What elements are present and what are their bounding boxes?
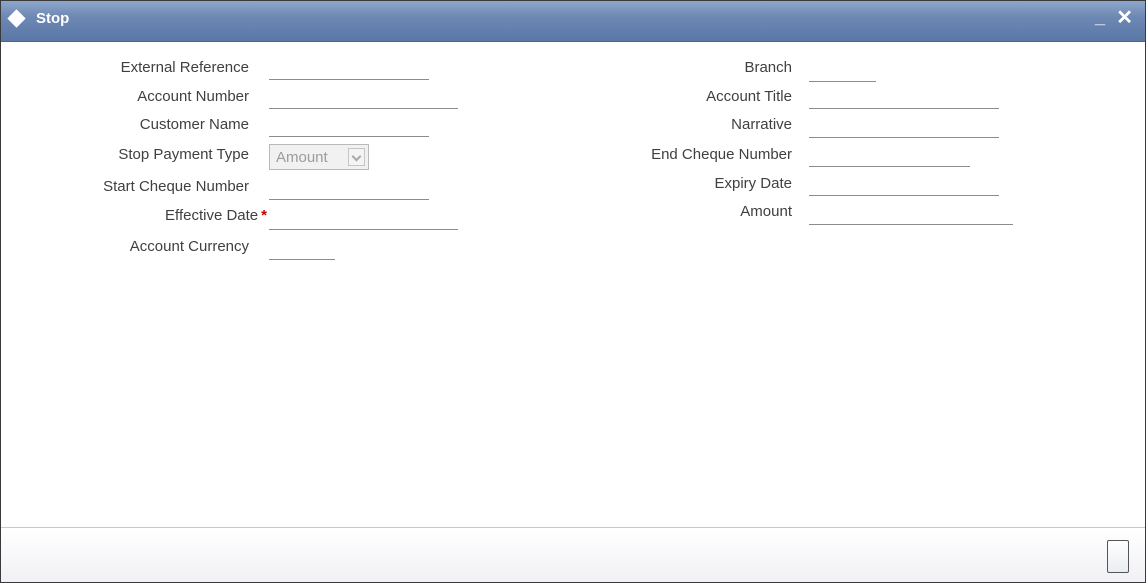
expiry-date-label: Expiry Date <box>714 175 792 192</box>
expiry-date-field[interactable] <box>809 175 999 196</box>
stop-payment-type-label: Stop Payment Type <box>118 146 249 163</box>
account-number-label: Account Number <box>137 88 249 105</box>
customer-name-label: Customer Name <box>139 116 249 133</box>
footer-bar <box>1 527 1145 582</box>
stop-payment-type-select[interactable]: Amount <box>269 144 369 170</box>
form-area: External Reference Account Number Custom… <box>1 42 1145 528</box>
effective-date-label: Effective Date * <box>165 207 267 224</box>
narrative-label: Narrative <box>731 116 792 133</box>
amount-field[interactable] <box>809 204 1013 225</box>
account-number-field[interactable] <box>269 88 458 109</box>
account-currency-label: Account Currency <box>129 238 249 255</box>
close-icon[interactable]: ✕ <box>1116 8 1133 28</box>
effective-date-label-text: Effective Date <box>165 207 259 224</box>
chevron-down-icon[interactable] <box>348 148 365 166</box>
stop-window: Stop _ ✕ External Reference Account Numb… <box>0 0 1146 583</box>
branch-field[interactable] <box>809 61 876 82</box>
customer-name-field[interactable] <box>269 116 429 137</box>
effective-date-field[interactable] <box>269 209 458 230</box>
narrative-field[interactable] <box>809 117 999 138</box>
end-cheque-number-field[interactable] <box>809 146 970 167</box>
external-reference-label: External Reference <box>120 59 249 76</box>
account-currency-field[interactable] <box>269 239 335 260</box>
minimize-icon[interactable]: _ <box>1095 7 1105 27</box>
title-bar[interactable]: Stop _ ✕ <box>1 1 1145 42</box>
account-title-label: Account Title <box>706 88 792 105</box>
start-cheque-number-label: Start Cheque Number <box>103 178 249 195</box>
external-reference-field[interactable] <box>269 59 429 80</box>
amount-label: Amount <box>740 203 792 220</box>
account-title-field[interactable] <box>809 88 999 109</box>
start-cheque-number-field[interactable] <box>269 179 429 200</box>
diamond-icon <box>7 9 26 28</box>
end-cheque-number-label: End Cheque Number <box>651 146 792 163</box>
required-marker: * <box>261 207 267 224</box>
window-title: Stop <box>36 10 70 27</box>
stop-payment-type-value: Amount <box>276 149 328 166</box>
exit-button[interactable] <box>1107 540 1129 573</box>
branch-label: Branch <box>744 59 792 76</box>
